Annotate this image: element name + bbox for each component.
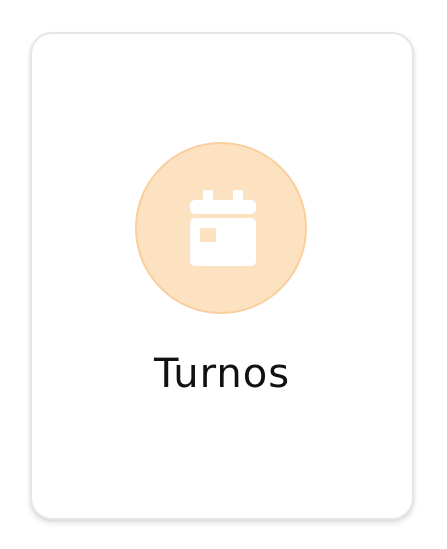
icon-badge (135, 142, 307, 314)
calendar-icon (190, 190, 256, 266)
card-title: Turnos (153, 351, 291, 397)
turnos-card[interactable]: Turnos (30, 32, 414, 520)
